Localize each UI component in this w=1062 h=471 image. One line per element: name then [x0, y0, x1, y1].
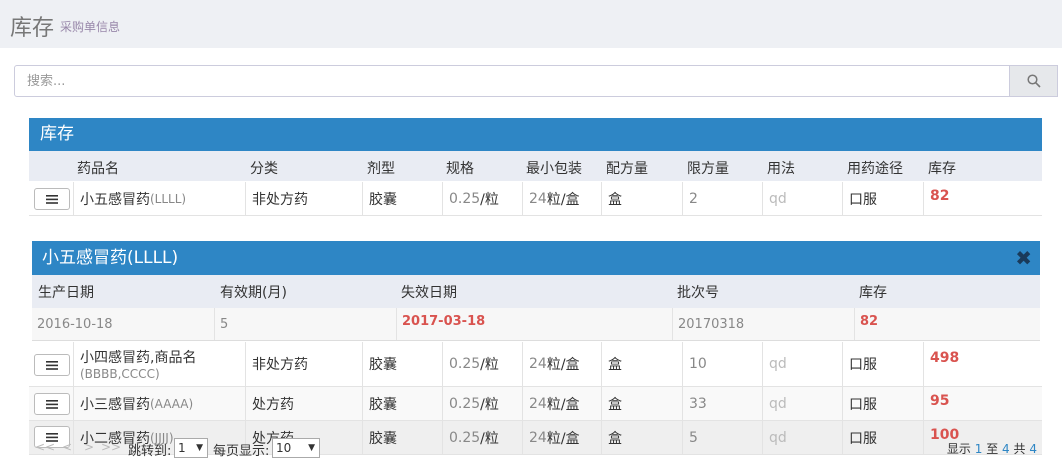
jump-page-select[interactable]: 1 ▼: [174, 438, 208, 458]
detail-validity: 5: [214, 308, 396, 340]
detail-header-validity: 有效期(月): [220, 285, 287, 301]
per-page-label: 每页显示:: [213, 444, 270, 459]
cell-spec: 0.25/粒: [442, 387, 522, 420]
column-header-name: 药品名: [77, 161, 119, 177]
cell-pack: 24 粒/盒: [522, 182, 601, 215]
table-row[interactable]: 小四感冒药,商品名 (BBBB,CCCC) 非处方药 胶囊 0.25/粒 24 粒/…: [29, 342, 1042, 387]
cell-name: 小四感冒药,商品名 (BBBB,CCCC): [73, 342, 245, 386]
cell-category: 非处方药: [245, 182, 362, 215]
first-page-button[interactable]: <<: [35, 440, 55, 454]
detail-row: 2016-10-18 5 2017-03-18 20170318 82: [32, 308, 1040, 341]
detail-production-date: 2016-10-18: [37, 316, 113, 332]
cell-route: 口服: [842, 182, 923, 215]
cell-formula: 盒: [601, 387, 682, 420]
column-header-form: 剂型: [367, 161, 395, 177]
cell-route: 口服: [842, 387, 923, 420]
menu-icon: [46, 194, 58, 204]
cell-formula: 盒: [601, 342, 682, 386]
table-row[interactable]: 小五感冒药 (LLLL) 非处方药 胶囊 0.25/粒 24 粒/盒 盒 2 qd …: [29, 182, 1042, 216]
detail-header-production-date: 生产日期: [38, 285, 94, 301]
cell-category: 非处方药: [245, 342, 362, 386]
cell-name: 小三感冒药 (AAAA): [73, 387, 245, 420]
detail-title: 小五感冒药(LLLL) ✖: [32, 241, 1040, 275]
detail-header-stock: 库存: [859, 285, 887, 301]
cell-spec: 0.25/粒: [442, 182, 522, 215]
column-header-route: 用药途径: [847, 161, 903, 177]
inventory-panel: 库存 药品名 分类 剂型 规格 最小包装 配方量 限方量 用法 用药途径 库存 …: [29, 118, 1042, 459]
table-row[interactable]: 小三感冒药 (AAAA) 处方药 胶囊 0.25/粒 24 粒/盒 盒 33 qd …: [29, 387, 1042, 421]
row-menu-button[interactable]: [34, 188, 70, 210]
cell-limit: 10: [682, 342, 762, 386]
cell-stock: 498: [923, 342, 1042, 386]
cell-form: 胶囊: [362, 182, 442, 215]
column-header-formula: 配方量: [606, 161, 648, 177]
panel-title: 库存: [29, 118, 1042, 151]
row-menu-button[interactable]: [34, 354, 70, 376]
close-icon[interactable]: ✖: [1015, 241, 1032, 275]
batch-detail-panel: 小五感冒药(LLLL) ✖ 生产日期 有效期(月) 失效日期 批次号 库存 20…: [32, 241, 1040, 341]
row-menu-button[interactable]: [34, 393, 70, 415]
table-header: 药品名 分类 剂型 规格 最小包装 配方量 限方量 用法 用药途径 库存: [29, 151, 1042, 181]
next-page-button[interactable]: >: [84, 440, 94, 454]
cell-usage: qd: [762, 387, 842, 420]
cell-name: 小五感冒药 (LLLL): [73, 182, 245, 215]
detail-stock: 82: [854, 308, 1040, 340]
cell-category: 处方药: [245, 387, 362, 420]
detail-header-batch: 批次号: [677, 285, 719, 301]
cell-route: 口服: [842, 342, 923, 386]
cell-usage: qd: [762, 342, 842, 386]
chevron-down-icon: ▼: [308, 443, 315, 453]
search-icon: [1026, 74, 1041, 88]
column-header-category: 分类: [250, 161, 278, 177]
cell-formula: 盒: [601, 182, 682, 215]
search-input[interactable]: [15, 66, 1009, 96]
main-content: 库存 药品名 分类 剂型 规格 最小包装 配方量 限方量 用法 用药途径 库存 …: [0, 48, 1062, 471]
cell-stock: 95: [923, 387, 1042, 420]
page-header: 库存 采购单信息: [0, 0, 1062, 48]
page-summary: 显示 1 至 4 共 4: [946, 442, 1037, 456]
prev-page-button[interactable]: <: [62, 440, 72, 454]
cell-limit: 33: [682, 387, 762, 420]
cell-pack: 24 粒/盒: [522, 387, 601, 420]
search-button[interactable]: [1010, 65, 1058, 97]
cell-pack: 24 粒/盒: [522, 342, 601, 386]
menu-icon: [46, 399, 58, 409]
cell-limit: 2: [682, 182, 762, 215]
cell-spec: 0.25/粒: [442, 342, 522, 386]
column-header-min-pack: 最小包装: [526, 161, 582, 177]
detail-header: 生产日期 有效期(月) 失效日期 批次号 库存: [32, 275, 1040, 308]
detail-batch: 20170318: [672, 308, 854, 340]
column-header-usage: 用法: [767, 161, 795, 177]
page-title: 库存: [10, 16, 55, 41]
column-header-limit: 限方量: [687, 161, 729, 177]
column-header-stock: 库存: [928, 161, 956, 177]
page-subtitle: 采购单信息: [60, 20, 121, 34]
cell-form: 胶囊: [362, 342, 442, 386]
column-header-spec: 规格: [446, 161, 474, 177]
jump-label: 跳转到:: [128, 444, 172, 459]
detail-header-expiry: 失效日期: [401, 285, 457, 301]
last-page-button[interactable]: >>: [101, 440, 121, 454]
detail-expiry: 2017-03-18: [396, 308, 672, 340]
per-page-select[interactable]: 10 ▼: [272, 438, 320, 458]
pagination-bar: << < > >> 跳转到: 1 ▼ 每页显示: 10 ▼ 显示 1 至 4 共 4: [29, 434, 1042, 462]
cell-usage: qd: [762, 182, 842, 215]
menu-icon: [46, 360, 58, 370]
chevron-down-icon: ▼: [196, 443, 203, 453]
cell-stock: 82: [923, 182, 1042, 215]
search-box: [14, 65, 1010, 97]
cell-form: 胶囊: [362, 387, 442, 420]
